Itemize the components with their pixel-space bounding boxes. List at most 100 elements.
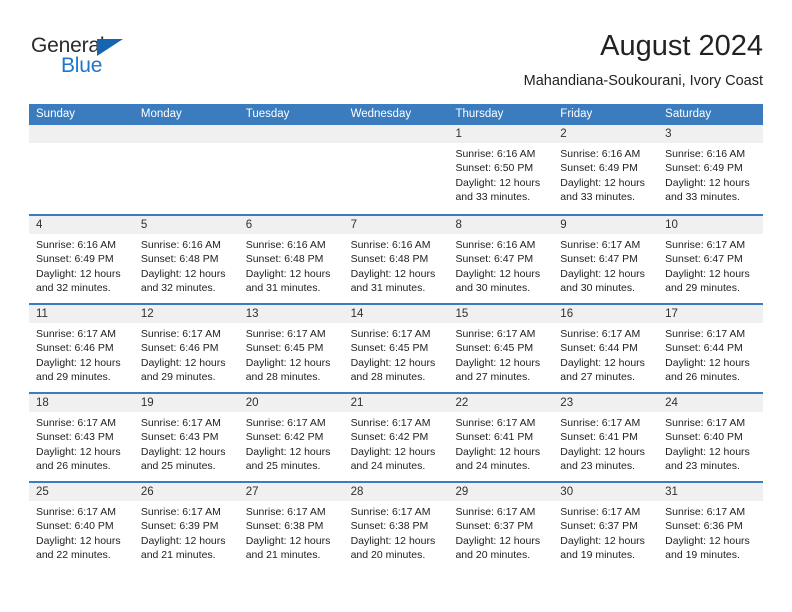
day-number: 15 — [448, 305, 554, 323]
daylight-text-line1: Daylight: 12 hours — [455, 445, 541, 458]
daylight-text-line2: and 25 minutes. — [245, 459, 321, 472]
calendar-day-cell[interactable]: 20 Sunrise: 6:17 AM Sunset: 6:42 PM Dayligh… — [238, 394, 344, 481]
daylight-text-line1: Daylight: 12 hours — [560, 176, 645, 189]
calendar-day-cell-empty[interactable] — [343, 125, 449, 214]
calendar-week-row: 18 Sunrise: 6:17 AM Sunset: 6:43 PM Dayligh… — [29, 392, 764, 481]
calendar-day-cell[interactable]: 29 Sunrise: 6:17 AM Sunset: 6:37 PM Dayligh… — [448, 483, 554, 570]
page-subtitle: Mahandiana-Soukourani, Ivory Coast — [523, 73, 763, 89]
day-sun-info: Sunrise: 6:17 AM Sunset: 6:38 PM Daylight:… — [239, 501, 344, 562]
sunset-text: Sunset: 6:45 PM — [245, 342, 324, 355]
calendar-day-cell[interactable]: 28 Sunrise: 6:17 AM Sunset: 6:38 PM Dayligh… — [343, 483, 449, 570]
sunset-text: Sunset: 6:44 PM — [665, 342, 743, 355]
sunset-text: Sunset: 6:42 PM — [350, 431, 429, 444]
sunset-text: Sunset: 6:45 PM — [350, 342, 429, 355]
calendar-day-cell[interactable]: 9 Sunrise: 6:17 AM Sunset: 6:47 PM Daylight… — [553, 216, 659, 303]
daylight-text-line1: Daylight: 12 hours — [36, 445, 121, 458]
day-number: 9 — [553, 216, 659, 234]
daylight-text-line2: and 31 minutes. — [350, 281, 426, 294]
day-sun-info: Sunrise: 6:16 AM Sunset: 6:49 PM Daylight:… — [658, 143, 763, 204]
daylight-text-line2: and 23 minutes. — [665, 459, 740, 472]
calendar-day-cell[interactable]: 26 Sunrise: 6:17 AM Sunset: 6:39 PM Dayligh… — [133, 483, 239, 570]
sunset-text: Sunset: 6:49 PM — [665, 162, 743, 175]
daylight-text-line1: Daylight: 12 hours — [560, 356, 645, 369]
calendar-day-cell[interactable]: 3 Sunrise: 6:16 AM Sunset: 6:49 PM Daylight… — [658, 125, 764, 214]
calendar-day-cell[interactable]: 18 Sunrise: 6:17 AM Sunset: 6:43 PM Dayligh… — [29, 394, 134, 481]
day-number: 6 — [238, 216, 344, 234]
logo-text-blue: Blue — [61, 54, 103, 77]
calendar-day-cell[interactable]: 17 Sunrise: 6:17 AM Sunset: 6:44 PM Dayligh… — [658, 305, 764, 392]
day-number: 11 — [29, 305, 134, 323]
sunrise-text: Sunrise: 6:17 AM — [665, 506, 746, 518]
calendar-day-cell[interactable]: 6 Sunrise: 6:16 AM Sunset: 6:48 PM Daylight… — [238, 216, 344, 303]
calendar-day-cell[interactable]: 8 Sunrise: 6:16 AM Sunset: 6:47 PM Daylight… — [448, 216, 554, 303]
day-number: 18 — [29, 394, 134, 412]
sunset-text: Sunset: 6:44 PM — [560, 342, 638, 355]
sunrise-text: Sunrise: 6:17 AM — [245, 328, 326, 340]
calendar-day-cell-empty[interactable] — [29, 125, 134, 214]
calendar-day-cell[interactable]: 21 Sunrise: 6:17 AM Sunset: 6:42 PM Dayligh… — [343, 394, 449, 481]
daylight-text-line2: and 23 minutes. — [560, 459, 636, 472]
calendar-day-cell[interactable]: 2 Sunrise: 6:16 AM Sunset: 6:49 PM Daylight… — [553, 125, 659, 214]
calendar-day-cell-empty[interactable] — [133, 125, 239, 214]
day-number: 21 — [343, 394, 449, 412]
day-sun-info: Sunrise: 6:16 AM Sunset: 6:50 PM Daylight:… — [448, 143, 553, 204]
calendar-day-cell[interactable]: 24 Sunrise: 6:17 AM Sunset: 6:40 PM Dayligh… — [658, 394, 764, 481]
sunset-text: Sunset: 6:49 PM — [560, 162, 638, 175]
calendar-day-cell-empty[interactable] — [238, 125, 344, 214]
day-sun-info: Sunrise: 6:17 AM Sunset: 6:43 PM Daylight:… — [29, 412, 134, 473]
sunset-text: Sunset: 6:49 PM — [36, 253, 114, 266]
calendar-day-cell[interactable]: 25 Sunrise: 6:17 AM Sunset: 6:40 PM Dayligh… — [29, 483, 134, 570]
daylight-text-line2: and 20 minutes. — [455, 548, 531, 561]
sunrise-text: Sunrise: 6:16 AM — [560, 148, 641, 160]
calendar-day-cell[interactable]: 13 Sunrise: 6:17 AM Sunset: 6:45 PM Dayligh… — [238, 305, 344, 392]
day-number: 17 — [658, 305, 764, 323]
calendar-day-cell[interactable]: 10 Sunrise: 6:17 AM Sunset: 6:47 PM Dayligh… — [658, 216, 764, 303]
daylight-text-line2: and 33 minutes. — [455, 190, 531, 203]
day-number: 5 — [133, 216, 239, 234]
calendar-week-row: 1 Sunrise: 6:16 AM Sunset: 6:50 PM Daylight… — [29, 125, 764, 214]
calendar-day-cell[interactable]: 16 Sunrise: 6:17 AM Sunset: 6:44 PM Dayligh… — [553, 305, 659, 392]
sunrise-text: Sunrise: 6:17 AM — [665, 239, 746, 251]
day-number: 13 — [238, 305, 344, 323]
calendar-day-cell[interactable]: 11 Sunrise: 6:17 AM Sunset: 6:46 PM Dayligh… — [29, 305, 134, 392]
calendar-week-row: 25 Sunrise: 6:17 AM Sunset: 6:40 PM Dayligh… — [29, 481, 764, 570]
daylight-text-line1: Daylight: 12 hours — [665, 267, 750, 280]
day-number: 25 — [29, 483, 134, 501]
calendar-day-cell[interactable]: 19 Sunrise: 6:17 AM Sunset: 6:43 PM Dayligh… — [133, 394, 239, 481]
daylight-text-line1: Daylight: 12 hours — [245, 534, 331, 547]
calendar-day-cell[interactable]: 7 Sunrise: 6:16 AM Sunset: 6:48 PM Daylight… — [343, 216, 449, 303]
calendar-day-cell[interactable]: 23 Sunrise: 6:17 AM Sunset: 6:41 PM Dayligh… — [553, 394, 659, 481]
sunset-text: Sunset: 6:37 PM — [455, 520, 534, 533]
calendar-page: General Blue August 2024 Mahandiana-Souk… — [0, 0, 792, 612]
sunrise-text: Sunrise: 6:17 AM — [455, 417, 536, 429]
day-number: 12 — [133, 305, 239, 323]
calendar-day-cell[interactable]: 1 Sunrise: 6:16 AM Sunset: 6:50 PM Daylight… — [448, 125, 554, 214]
daylight-text-line2: and 31 minutes. — [245, 281, 321, 294]
weekday-wednesday: Wednesday — [350, 108, 412, 120]
daylight-text-line1: Daylight: 12 hours — [350, 445, 436, 458]
calendar-day-cell[interactable]: 5 Sunrise: 6:16 AM Sunset: 6:48 PM Daylight… — [133, 216, 239, 303]
calendar-day-cell[interactable]: 31 Sunrise: 6:17 AM Sunset: 6:36 PM Dayligh… — [658, 483, 764, 570]
sunset-text: Sunset: 6:37 PM — [560, 520, 638, 533]
calendar-day-cell[interactable]: 22 Sunrise: 6:17 AM Sunset: 6:41 PM Dayligh… — [448, 394, 554, 481]
daylight-text-line1: Daylight: 12 hours — [560, 267, 645, 280]
day-sun-info: Sunrise: 6:17 AM Sunset: 6:40 PM Daylight:… — [29, 501, 134, 562]
daylight-text-line2: and 21 minutes. — [140, 548, 216, 561]
calendar-day-cell[interactable]: 14 Sunrise: 6:17 AM Sunset: 6:45 PM Dayligh… — [343, 305, 449, 392]
calendar-day-cell[interactable]: 30 Sunrise: 6:17 AM Sunset: 6:37 PM Dayligh… — [553, 483, 659, 570]
day-sun-info: Sunrise: 6:17 AM Sunset: 6:45 PM Daylight:… — [239, 323, 344, 384]
daylight-text-line2: and 30 minutes. — [560, 281, 636, 294]
calendar-day-cell[interactable]: 15 Sunrise: 6:17 AM Sunset: 6:45 PM Dayligh… — [448, 305, 554, 392]
daylight-text-line1: Daylight: 12 hours — [665, 445, 750, 458]
calendar-week-row: 4 Sunrise: 6:16 AM Sunset: 6:49 PM Daylight… — [29, 214, 764, 303]
calendar-day-cell[interactable]: 4 Sunrise: 6:16 AM Sunset: 6:49 PM Daylight… — [29, 216, 134, 303]
day-sun-info: Sunrise: 6:17 AM Sunset: 6:36 PM Daylight:… — [658, 501, 763, 562]
calendar-day-cell[interactable]: 12 Sunrise: 6:17 AM Sunset: 6:46 PM Dayligh… — [133, 305, 239, 392]
day-sun-info: Sunrise: 6:17 AM Sunset: 6:44 PM Daylight:… — [658, 323, 763, 384]
daylight-text-line1: Daylight: 12 hours — [350, 356, 436, 369]
title-block: August 2024 Mahandiana-Soukourani, Ivory… — [524, 28, 763, 92]
daylight-text-line1: Daylight: 12 hours — [245, 356, 331, 369]
weekday-tuesday: Tuesday — [245, 108, 290, 120]
calendar-day-cell[interactable]: 27 Sunrise: 6:17 AM Sunset: 6:38 PM Dayligh… — [238, 483, 344, 570]
sunrise-text: Sunrise: 6:17 AM — [350, 417, 431, 429]
